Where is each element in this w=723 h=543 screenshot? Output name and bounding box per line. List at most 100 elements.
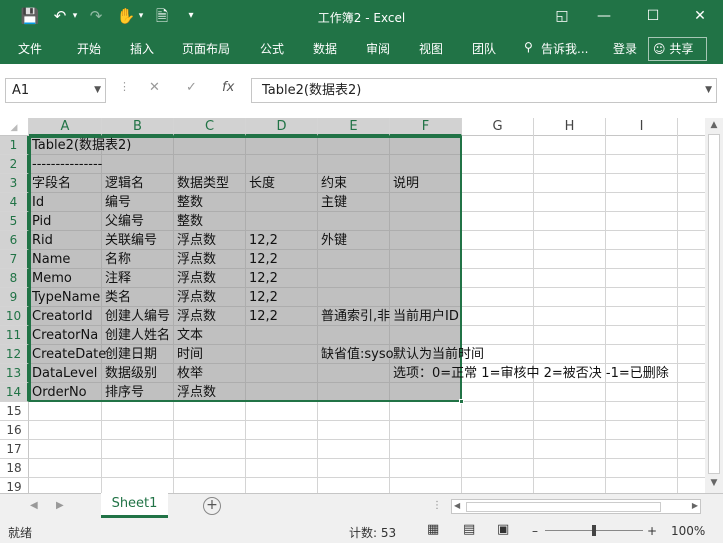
column-header-h[interactable]: H <box>534 118 606 136</box>
row-header-13[interactable]: 13 <box>0 364 29 383</box>
minimize-icon[interactable]: — <box>592 6 616 26</box>
cell-a12[interactable]: CreateDate <box>29 345 106 364</box>
row-header-10[interactable]: 10 <box>0 307 29 326</box>
row-header-4[interactable]: 4 <box>0 193 29 212</box>
tab-page-layout[interactable]: 页面布局 <box>182 40 230 57</box>
cell-a13[interactable]: DataLevel <box>29 364 97 383</box>
cell-a10[interactable]: CreatorId <box>29 307 93 326</box>
cell-d7[interactable]: 12,2 <box>246 250 278 269</box>
cell-b10[interactable]: 创建人编号 <box>102 307 170 326</box>
cell-a14[interactable]: OrderNo <box>29 383 87 402</box>
row-header-5[interactable]: 5 <box>0 212 29 231</box>
cell-c12[interactable]: 时间 <box>174 345 203 364</box>
row-header-11[interactable]: 11 <box>0 326 29 345</box>
cell-e6[interactable]: 外键 <box>318 231 347 250</box>
row-header-17[interactable]: 17 <box>0 440 29 459</box>
cell-b13[interactable]: 数据级别 <box>102 364 157 383</box>
cell-c11[interactable]: 文本 <box>174 326 203 345</box>
enter-icon[interactable]: ✓ <box>186 80 197 95</box>
cell-b12[interactable]: 创建日期 <box>102 345 157 364</box>
tab-formulas[interactable]: 公式 <box>260 40 284 57</box>
share-button[interactable]: ☺ 共享 <box>648 37 707 61</box>
cell-c5[interactable]: 整数 <box>174 212 203 231</box>
cell-d9[interactable]: 12,2 <box>246 288 278 307</box>
close-icon[interactable]: ✕ <box>688 6 712 26</box>
cell-b3[interactable]: 逻辑名 <box>102 174 144 193</box>
cell-e4[interactable]: 主键 <box>318 193 347 212</box>
expand-formula-icon[interactable]: ▼ <box>705 79 712 102</box>
tab-insert[interactable]: 插入 <box>130 40 154 57</box>
row-header-14[interactable]: 14 <box>0 383 29 402</box>
cell-a1[interactable]: Table2(数据表2) <box>29 136 131 155</box>
cell-c7[interactable]: 浮点数 <box>174 250 216 269</box>
column-header-c[interactable]: C <box>174 118 246 136</box>
normal-view-icon[interactable]: ▦ <box>427 522 439 537</box>
row-header-6[interactable]: 6 <box>0 231 29 250</box>
cell-a5[interactable]: Pid <box>29 212 51 231</box>
tab-view[interactable]: 视图 <box>419 40 443 57</box>
scroll-down-icon[interactable]: ▼ <box>705 478 723 488</box>
name-box[interactable]: A1 ▼ <box>5 78 106 103</box>
cancel-icon[interactable]: ✕ <box>149 80 160 95</box>
cell-c3[interactable]: 数据类型 <box>174 174 229 193</box>
insert-function-icon[interactable]: fx <box>222 80 234 95</box>
column-header-a[interactable]: A <box>29 118 102 136</box>
cell-c13[interactable]: 枚举 <box>174 364 203 383</box>
column-header-g[interactable]: G <box>462 118 534 136</box>
column-header-f[interactable]: F <box>390 118 462 136</box>
cell-b8[interactable]: 注释 <box>102 269 131 288</box>
login-link[interactable]: 登录 <box>613 40 637 57</box>
next-sheet-icon[interactable]: ▶ <box>56 500 64 511</box>
cell-a4[interactable]: Id <box>29 193 44 212</box>
column-header-d[interactable]: D <box>246 118 318 136</box>
cell-d8[interactable]: 12,2 <box>246 269 278 288</box>
row-header-7[interactable]: 7 <box>0 250 29 269</box>
formula-input[interactable]: Table2(数据表2) ▼ <box>251 78 717 103</box>
row-header-9[interactable]: 9 <box>0 288 29 307</box>
scroll-up-icon[interactable]: ▲ <box>705 120 723 130</box>
tab-team[interactable]: 团队 <box>472 40 496 57</box>
cell-e12[interactable]: 缺省值:syso <box>318 345 394 364</box>
page-break-view-icon[interactable]: ▣ <box>497 522 509 537</box>
cell-c9[interactable]: 浮点数 <box>174 288 216 307</box>
row-header-8[interactable]: 8 <box>0 269 29 288</box>
fill-handle[interactable] <box>459 399 464 404</box>
ribbon-display-icon[interactable]: ◱ <box>550 6 574 26</box>
row-header-15[interactable]: 15 <box>0 402 29 421</box>
cell-f10[interactable]: 当前用户ID <box>390 307 459 326</box>
cell-b7[interactable]: 名称 <box>102 250 131 269</box>
cell-a2[interactable]: --------------- <box>29 155 102 174</box>
row-header-2[interactable]: 2 <box>0 155 29 174</box>
tell-me-icon[interactable]: ⚲ <box>524 40 533 54</box>
cell-f12[interactable]: 默认为当前时间 <box>390 345 484 364</box>
cell-c4[interactable]: 整数 <box>174 193 203 212</box>
page-layout-view-icon[interactable]: ▤ <box>463 522 475 537</box>
vertical-scroll-thumb[interactable] <box>708 134 720 474</box>
cell-c8[interactable]: 浮点数 <box>174 269 216 288</box>
scroll-right-icon[interactable]: ▶ <box>692 501 698 510</box>
cell-c10[interactable]: 浮点数 <box>174 307 216 326</box>
zoom-in-icon[interactable]: + <box>647 524 657 538</box>
cell-d10[interactable]: 12,2 <box>246 307 278 326</box>
cell-c6[interactable]: 浮点数 <box>174 231 216 250</box>
cell-d6[interactable]: 12,2 <box>246 231 278 250</box>
cell-b11[interactable]: 创建人姓名 <box>102 326 170 345</box>
scroll-left-icon[interactable]: ◀ <box>454 501 460 510</box>
cell-e10[interactable]: 普通索引,非 <box>318 307 390 326</box>
horizontal-scroll-thumb[interactable] <box>466 502 661 512</box>
cell-b9[interactable]: 类名 <box>102 288 131 307</box>
horizontal-scrollbar[interactable]: ◀ ▶ <box>451 499 701 514</box>
select-all-corner[interactable]: ◢ <box>0 118 29 136</box>
sheet-tab-sheet1[interactable]: Sheet1 <box>101 493 168 518</box>
tab-review[interactable]: 审阅 <box>366 40 390 57</box>
zoom-out-icon[interactable]: – <box>532 524 538 538</box>
worksheet-grid[interactable]: Table2(数据表2) --------------- 字段名 逻辑名 数据类型 长度 约… <box>0 118 705 493</box>
column-header-i[interactable]: I <box>606 118 678 136</box>
cell-b14[interactable]: 排序号 <box>102 383 144 402</box>
cell-b5[interactable]: 父编号 <box>102 212 144 231</box>
cell-f3[interactable]: 说明 <box>390 174 419 193</box>
cell-a7[interactable]: Name <box>29 250 70 269</box>
row-header-19[interactable]: 19 <box>0 478 29 493</box>
zoom-slider-thumb[interactable] <box>592 525 596 536</box>
vertical-scrollbar[interactable]: ▲ ▼ <box>705 118 723 493</box>
